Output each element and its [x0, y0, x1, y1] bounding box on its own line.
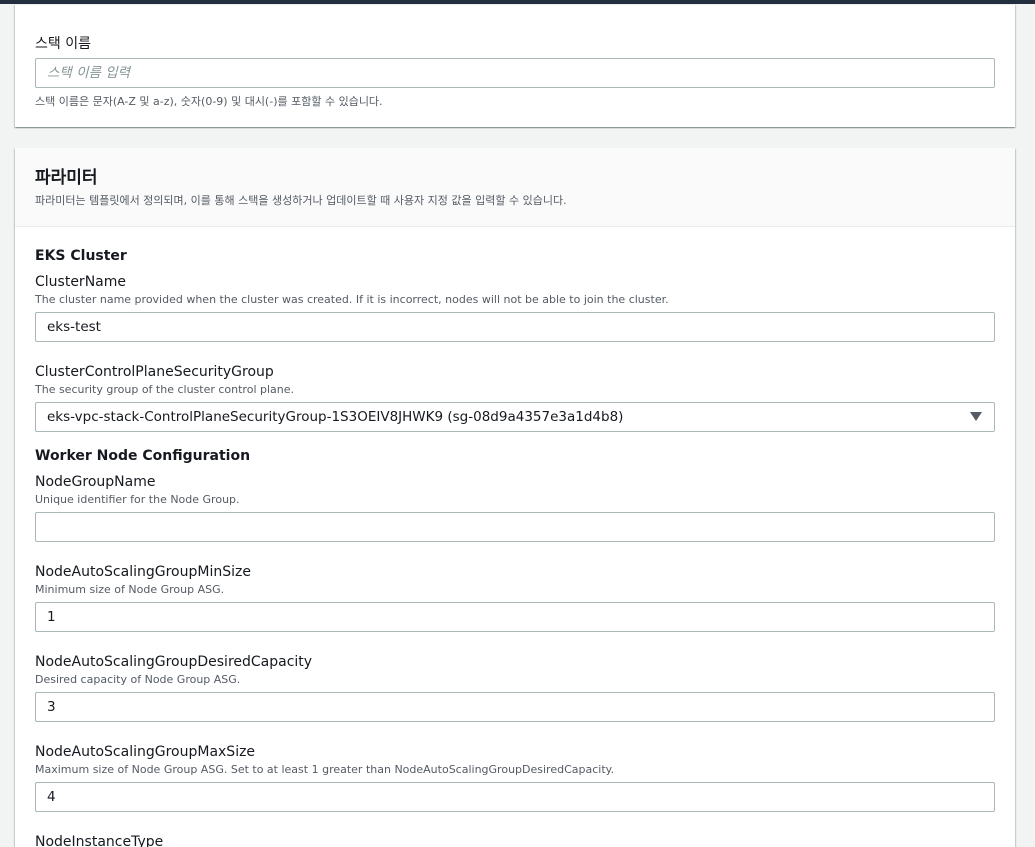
control-plane-sg-description: The security group of the cluster contro…: [35, 383, 295, 396]
desired-capacity-label: NodeAutoScalingGroupDesiredCapacity: [35, 654, 313, 670]
eks-cluster-group-heading: EKS Cluster: [35, 248, 127, 264]
node-group-name-description: Unique identifier for the Node Group.: [35, 493, 240, 506]
min-size-description: Minimum size of Node Group ASG.: [35, 583, 225, 596]
node-group-name-input[interactable]: [35, 512, 995, 542]
stack-name-hint: 스택 이름은 문자(A-Z 및 a-z), 숫자(0-9) 및 대시(-)를 포…: [35, 95, 383, 108]
stack-name-panel: 스택 이름 스택 이름은 문자(A-Z 및 a-z), 숫자(0-9) 및 대시…: [15, 4, 1015, 127]
node-instance-type-label: NodeInstanceType: [35, 834, 164, 847]
cluster-name-label: ClusterName: [35, 274, 126, 290]
min-size-input[interactable]: [35, 602, 995, 632]
node-group-name-label: NodeGroupName: [35, 474, 156, 490]
parameters-title: 파라미터: [35, 168, 98, 188]
parameters-description: 파라미터는 템플릿에서 정의되며, 이를 통해 스택을 생성하거나 업데이트할 …: [35, 194, 567, 207]
parameters-header: 파라미터 파라미터는 템플릿에서 정의되며, 이를 통해 스택을 생성하거나 업…: [15, 148, 1015, 227]
max-size-input[interactable]: [35, 782, 995, 812]
control-plane-sg-label: ClusterControlPlaneSecurityGroup: [35, 364, 274, 380]
desired-capacity-input[interactable]: [35, 692, 995, 722]
cluster-name-description: The cluster name provided when the clust…: [35, 293, 669, 306]
stack-name-label: 스택 이름: [35, 36, 91, 52]
max-size-label: NodeAutoScalingGroupMaxSize: [35, 744, 256, 760]
max-size-description: Maximum size of Node Group ASG. Set to a…: [35, 763, 615, 776]
control-plane-sg-select[interactable]: eks-vpc-stack-ControlPlaneSecurityGroup-…: [35, 402, 995, 432]
control-plane-sg-selected-value: eks-vpc-stack-ControlPlaneSecurityGroup-…: [47, 409, 624, 425]
caret-down-icon: [970, 412, 982, 421]
min-size-label: NodeAutoScalingGroupMinSize: [35, 564, 251, 580]
worker-node-group-heading: Worker Node Configuration: [35, 448, 251, 464]
cluster-name-input[interactable]: [35, 312, 995, 342]
parameters-panel: 파라미터 파라미터는 템플릿에서 정의되며, 이를 통해 스택을 생성하거나 업…: [15, 148, 1015, 847]
stack-name-input[interactable]: [35, 58, 995, 88]
desired-capacity-description: Desired capacity of Node Group ASG.: [35, 673, 241, 686]
